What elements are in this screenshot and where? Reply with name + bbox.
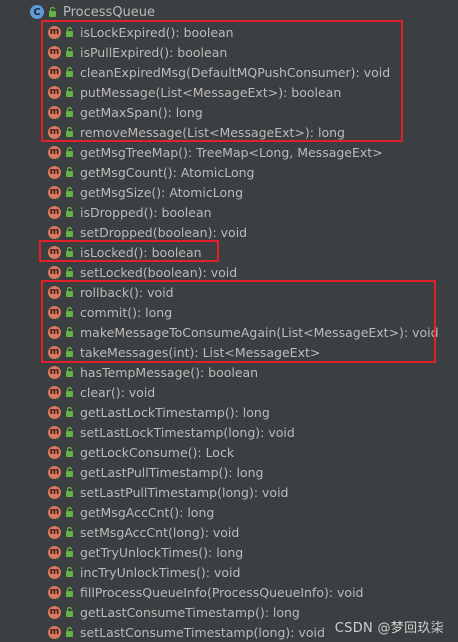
public-lock-icon bbox=[65, 527, 74, 537]
highlight-box-2 bbox=[39, 240, 219, 262]
member-item[interactable]: m getLockConsume(): Lock bbox=[48, 442, 448, 462]
method-icon: m bbox=[48, 225, 61, 239]
method-icon: m bbox=[48, 185, 61, 199]
method-icon: m bbox=[48, 605, 61, 619]
method-icon: m bbox=[48, 145, 61, 159]
public-lock-icon bbox=[65, 607, 74, 617]
member-item[interactable]: m getMsgAccCnt(): long bbox=[48, 502, 448, 522]
member-item[interactable]: m clear(): void bbox=[48, 382, 448, 402]
member-signature: getMsgTreeMap(): TreeMap<Long, MessageEx… bbox=[80, 144, 383, 160]
method-icon: m bbox=[48, 545, 61, 559]
public-lock-icon bbox=[65, 407, 74, 417]
public-lock-icon bbox=[65, 627, 74, 637]
method-icon: m bbox=[48, 205, 61, 219]
method-icon: m bbox=[48, 365, 61, 379]
member-item[interactable]: m setLastPullTimestamp(long): void bbox=[48, 482, 448, 502]
public-lock-icon bbox=[65, 267, 74, 277]
member-item[interactable]: m getMsgCount(): AtomicLong bbox=[48, 162, 448, 182]
public-lock-icon bbox=[65, 187, 74, 197]
public-lock-icon bbox=[65, 207, 74, 217]
member-item[interactable]: m isDropped(): boolean bbox=[48, 202, 448, 222]
member-signature: getMsgCount(): AtomicLong bbox=[80, 164, 255, 180]
member-signature: isDropped(): boolean bbox=[80, 204, 212, 220]
public-lock-icon bbox=[65, 367, 74, 377]
public-lock-icon bbox=[65, 147, 74, 157]
member-item[interactable]: m setLastLockTimestamp(long): void bbox=[48, 422, 448, 442]
member-signature: getLastConsumeTimestamp(): long bbox=[80, 604, 300, 620]
public-lock-icon bbox=[65, 487, 74, 497]
method-icon: m bbox=[48, 425, 61, 439]
member-item[interactable]: m getLastLockTimestamp(): long bbox=[48, 402, 448, 422]
member-signature: setLastLockTimestamp(long): void bbox=[80, 424, 295, 440]
member-signature: getLockConsume(): Lock bbox=[80, 444, 235, 460]
member-item[interactable]: m fillProcessQueueInfo(ProcessQueueInfo):… bbox=[48, 582, 448, 602]
member-item[interactable]: m getLastPullTimestamp(): long bbox=[48, 462, 448, 482]
member-item[interactable]: m incTryUnlockTimes(): void bbox=[48, 562, 448, 582]
class-name: ProcessQueue bbox=[63, 4, 156, 20]
member-signature: clear(): void bbox=[80, 384, 156, 400]
public-lock-icon bbox=[65, 587, 74, 597]
member-signature: fillProcessQueueInfo(ProcessQueueInfo): … bbox=[80, 584, 364, 600]
public-lock-icon bbox=[65, 467, 74, 477]
member-signature: getTryUnlockTimes(): long bbox=[80, 544, 244, 560]
method-icon: m bbox=[48, 485, 61, 499]
member-item[interactable]: m setLocked(boolean): void bbox=[48, 262, 448, 282]
public-lock-icon bbox=[65, 387, 74, 397]
method-icon: m bbox=[48, 505, 61, 519]
highlight-box-3 bbox=[41, 280, 436, 363]
method-icon: m bbox=[48, 385, 61, 399]
method-icon: m bbox=[48, 405, 61, 419]
member-signature: getMsgAccCnt(): long bbox=[80, 504, 215, 520]
member-signature: getLastPullTimestamp(): long bbox=[80, 464, 264, 480]
watermark: CSDN @梦回玖柒 bbox=[334, 621, 444, 636]
class-icon: C bbox=[30, 5, 44, 19]
member-signature: setLocked(boolean): void bbox=[80, 264, 238, 280]
member-item[interactable]: m setMsgAccCnt(long): void bbox=[48, 522, 448, 542]
highlight-box-1 bbox=[41, 20, 403, 142]
method-icon: m bbox=[48, 165, 61, 179]
member-item[interactable]: m getTryUnlockTimes(): long bbox=[48, 542, 448, 562]
public-lock-icon bbox=[65, 507, 74, 517]
member-signature: getLastLockTimestamp(): long bbox=[80, 404, 270, 420]
structure-panel: C ProcessQueue m isLockExpired(): boolean… bbox=[0, 0, 458, 642]
method-icon: m bbox=[48, 265, 61, 279]
member-signature: getMsgSize(): AtomicLong bbox=[80, 184, 244, 200]
public-lock-icon bbox=[65, 427, 74, 437]
method-icon: m bbox=[48, 465, 61, 479]
member-signature: setDropped(boolean): void bbox=[80, 224, 248, 240]
public-lock-icon bbox=[48, 7, 57, 17]
public-lock-icon bbox=[65, 547, 74, 557]
member-item[interactable]: m getMsgTreeMap(): TreeMap<Long, MessageE… bbox=[48, 142, 448, 162]
member-item[interactable]: m hasTempMessage(): boolean bbox=[48, 362, 448, 382]
member-signature: hasTempMessage(): boolean bbox=[80, 364, 259, 380]
method-icon: m bbox=[48, 525, 61, 539]
method-icon: m bbox=[48, 625, 61, 639]
member-item[interactable]: m setDropped(boolean): void bbox=[48, 222, 448, 242]
member-signature: setLastConsumeTimestamp(long): void bbox=[80, 624, 325, 640]
public-lock-icon bbox=[65, 567, 74, 577]
method-icon: m bbox=[48, 565, 61, 579]
member-signature: incTryUnlockTimes(): void bbox=[80, 564, 241, 580]
member-signature: setMsgAccCnt(long): void bbox=[80, 524, 240, 540]
public-lock-icon bbox=[65, 447, 74, 457]
public-lock-icon bbox=[65, 167, 74, 177]
class-node[interactable]: C ProcessQueue bbox=[30, 3, 155, 21]
method-icon: m bbox=[48, 445, 61, 459]
public-lock-icon bbox=[65, 227, 74, 237]
member-signature: setLastPullTimestamp(long): void bbox=[80, 484, 289, 500]
member-item[interactable]: m getMsgSize(): AtomicLong bbox=[48, 182, 448, 202]
method-icon: m bbox=[48, 585, 61, 599]
